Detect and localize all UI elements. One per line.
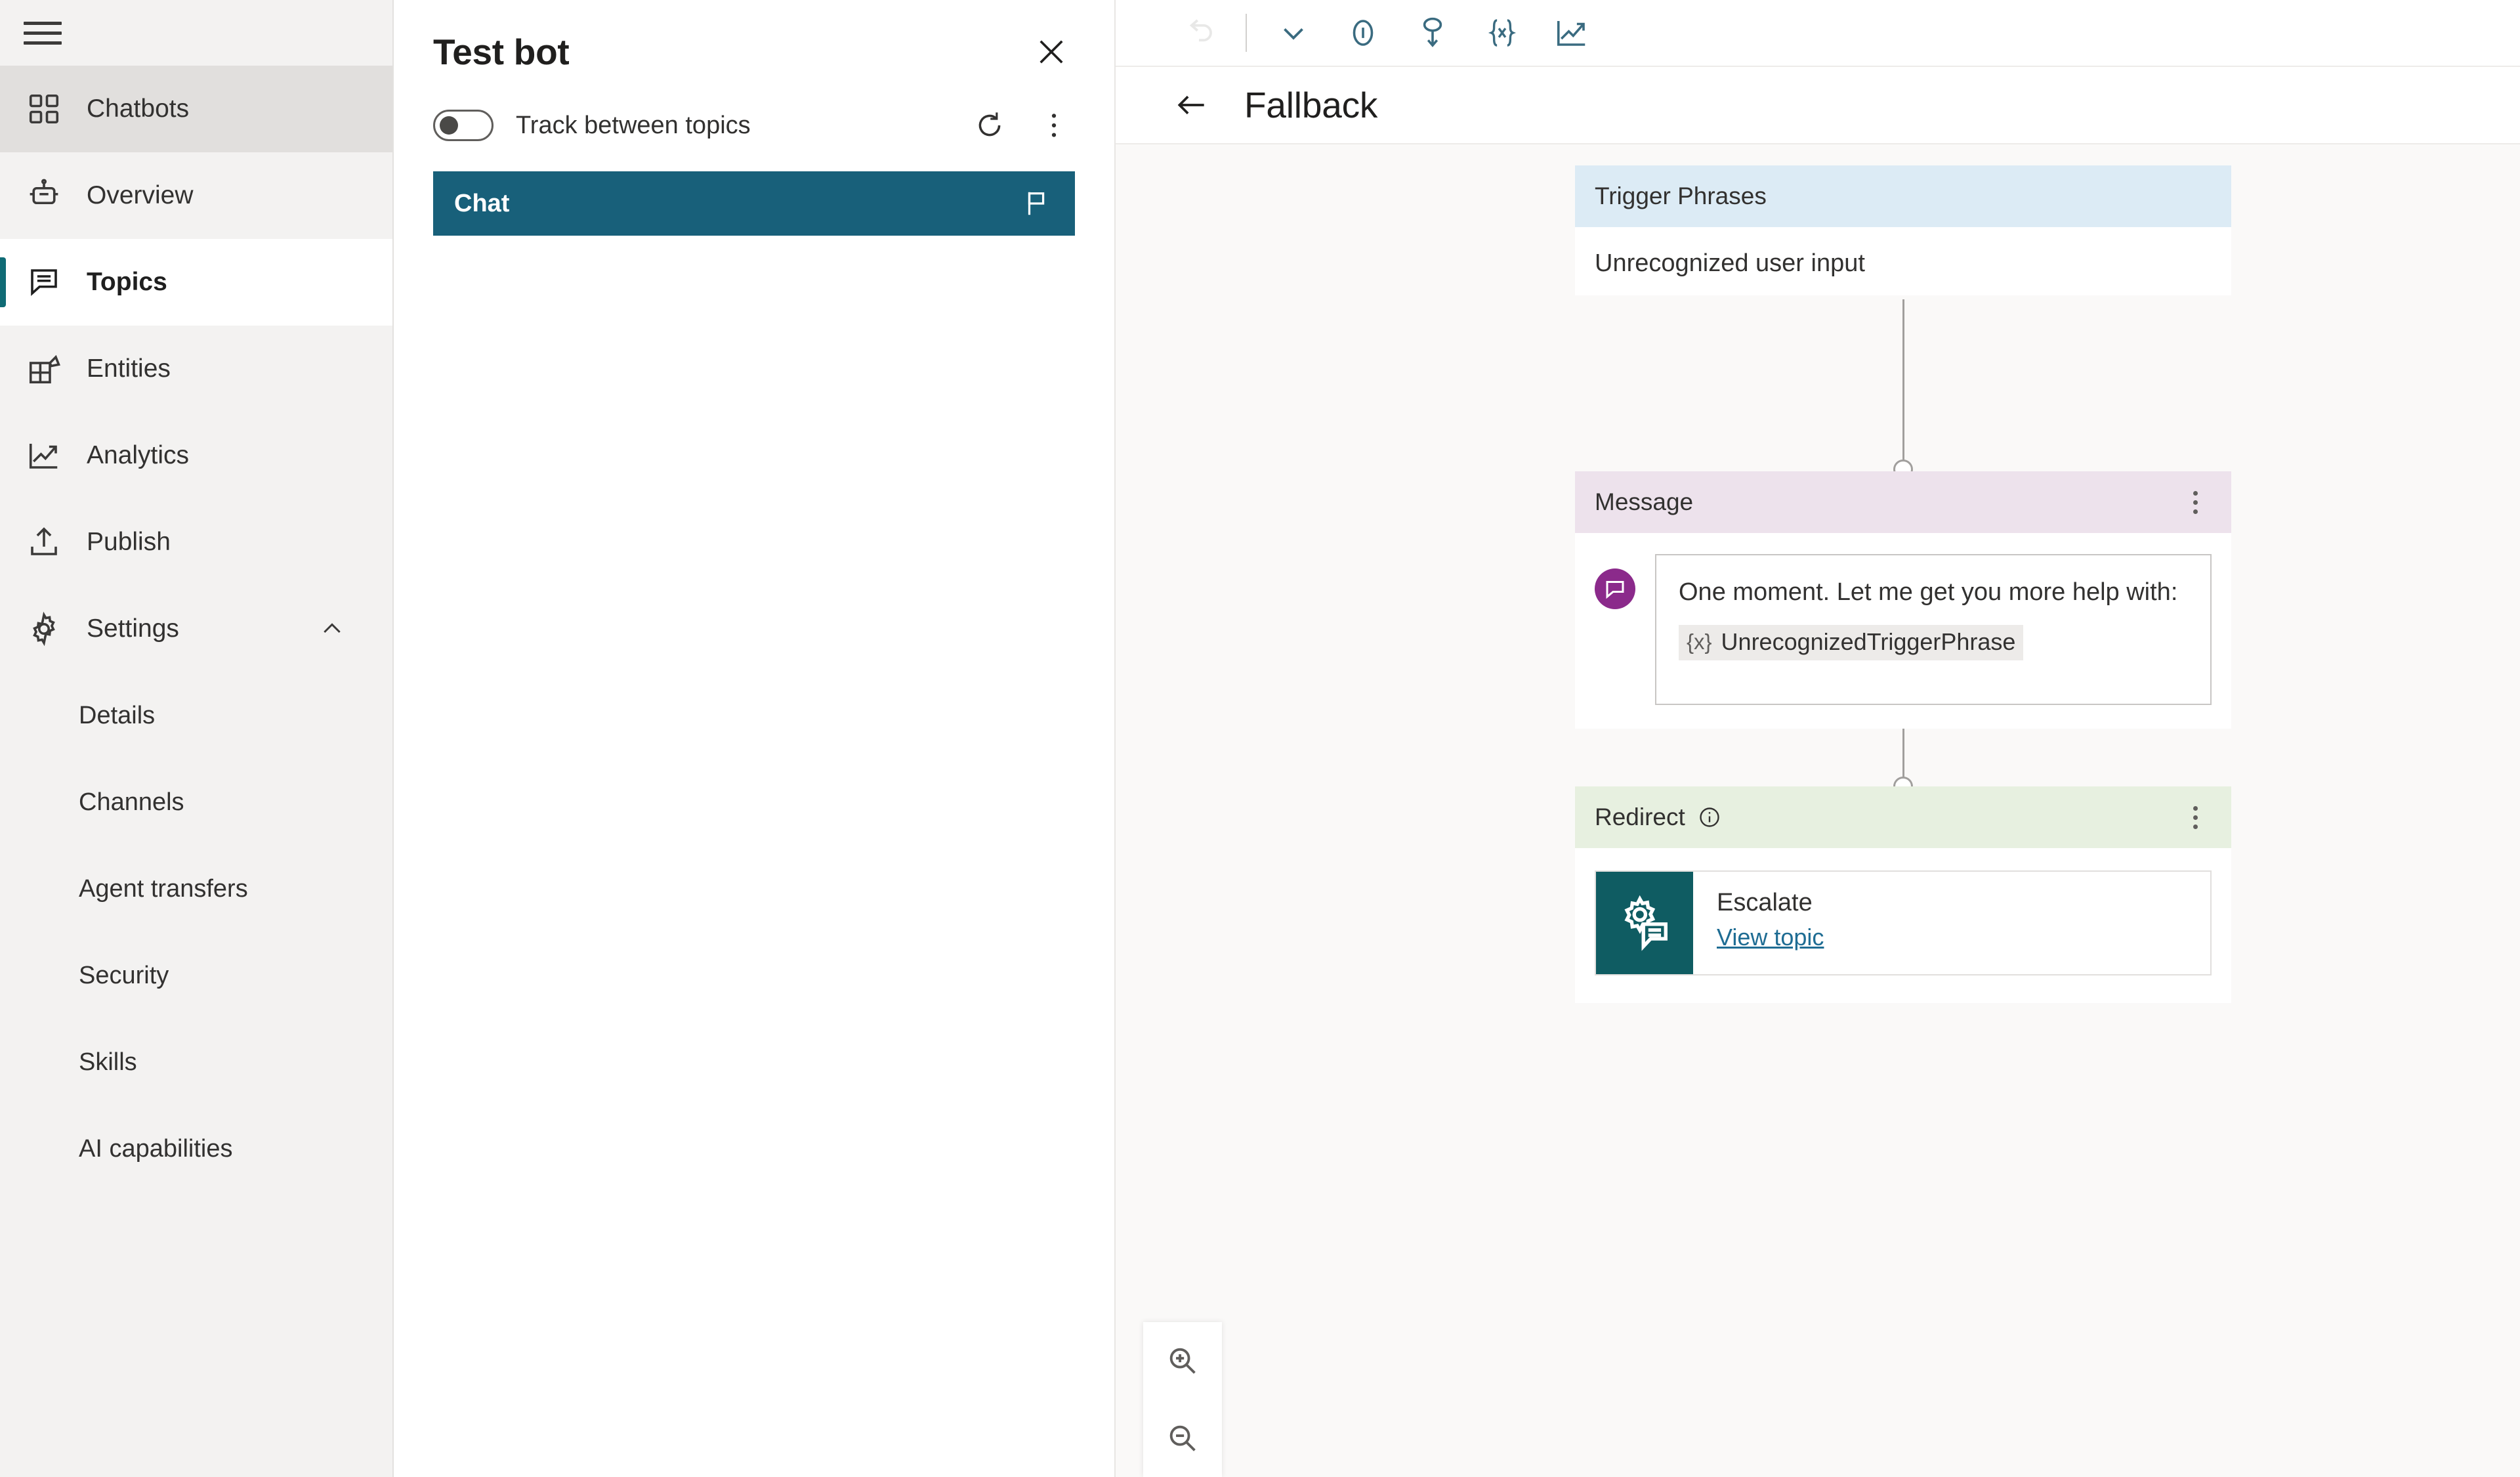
more-vertical-icon[interactable] bbox=[2179, 483, 2212, 521]
upload-icon bbox=[24, 522, 64, 563]
test-bot-toolbar: Track between topics bbox=[433, 89, 1075, 162]
zoom-controls bbox=[1143, 1322, 1222, 1477]
bot-icon bbox=[24, 175, 64, 216]
escalate-gear-chat-icon bbox=[1596, 872, 1693, 974]
sidebar-item-publish[interactable]: Publish bbox=[0, 499, 392, 586]
arrow-left-icon[interactable] bbox=[1167, 80, 1217, 130]
left-sidebar: Chatbots Overview Topics Entities Analyt… bbox=[0, 0, 394, 1477]
chat-tab-label: Chat bbox=[454, 189, 510, 217]
sidebar-subitem-label: Skills bbox=[79, 1048, 137, 1076]
toggle-knob bbox=[440, 116, 458, 135]
chevron-up-icon[interactable] bbox=[318, 614, 346, 643]
track-between-topics-toggle[interactable] bbox=[433, 110, 494, 141]
flag-icon[interactable] bbox=[1020, 186, 1054, 221]
test-bot-chat-tab[interactable]: Chat bbox=[433, 171, 1075, 236]
node-header: Message bbox=[1575, 471, 2231, 533]
info-circle-icon[interactable] bbox=[1697, 805, 1722, 830]
sidebar-item-chatbots[interactable]: Chatbots bbox=[0, 66, 392, 152]
zoom-out-icon[interactable] bbox=[1143, 1400, 1222, 1477]
node-redirect[interactable]: Redirect Escalate View topic bbox=[1575, 786, 2231, 1003]
node-trigger-phrases[interactable]: Trigger Phrases Unrecognized user input bbox=[1575, 165, 2231, 295]
grid-icon bbox=[24, 89, 64, 129]
test-bot-actions bbox=[969, 104, 1075, 146]
message-bubble[interactable]: One moment. Let me get you more help wit… bbox=[1655, 554, 2212, 705]
test-bot-title: Test bot bbox=[433, 31, 570, 72]
node-title: Redirect bbox=[1595, 803, 1685, 830]
message-bubble-icon bbox=[1595, 568, 1635, 609]
test-pin-icon[interactable] bbox=[1400, 5, 1465, 61]
sidebar-subitem-ai-capabilities[interactable]: AI capabilities bbox=[0, 1105, 392, 1192]
chart-up-icon[interactable] bbox=[1540, 5, 1604, 61]
sidebar-item-label: Publish bbox=[87, 528, 171, 556]
sidebar-item-label: Entities bbox=[87, 354, 171, 383]
connector-line bbox=[1902, 299, 1904, 469]
sidebar-subitem-details[interactable]: Details bbox=[0, 672, 392, 759]
redirect-topic-name: Escalate bbox=[1717, 889, 1813, 916]
view-topic-link[interactable]: View topic bbox=[1717, 924, 1824, 951]
sidebar-item-entities[interactable]: Entities bbox=[0, 326, 392, 412]
test-bot-header: Test bot bbox=[433, 0, 1075, 89]
variable-name: UnrecognizedTriggerPhrase bbox=[1721, 628, 2016, 655]
message-variable-chip[interactable]: {x} UnrecognizedTriggerPhrase bbox=[1679, 624, 2024, 660]
sidebar-item-label: Settings bbox=[87, 614, 179, 643]
trigger-phrase-text: Unrecognized user input bbox=[1595, 249, 1865, 277]
page-title: Fallback bbox=[1244, 85, 1378, 125]
sidebar-subitem-security[interactable]: Security bbox=[0, 932, 392, 1019]
sidebar-item-label: Chatbots bbox=[87, 95, 190, 123]
sidebar-item-settings[interactable]: Settings bbox=[0, 586, 392, 672]
node-title: Message bbox=[1595, 488, 1694, 515]
message-text: One moment. Let me get you more help wit… bbox=[1679, 578, 2178, 606]
chart-icon bbox=[24, 435, 64, 476]
info-circle-icon[interactable] bbox=[1331, 5, 1395, 61]
node-header: Redirect bbox=[1575, 786, 2231, 848]
editor-toolbar bbox=[1116, 0, 2520, 67]
refresh-icon[interactable] bbox=[969, 104, 1011, 146]
entities-icon bbox=[24, 349, 64, 389]
node-body: One moment. Let me get you more help wit… bbox=[1575, 533, 2231, 729]
toolbar-divider bbox=[1246, 14, 1247, 52]
sidebar-subitem-channels[interactable]: Channels bbox=[0, 759, 392, 846]
topic-editor: Fallback Trigger Phrases Unrecognized us… bbox=[1116, 0, 2520, 1477]
sidebar-subitem-label: Details bbox=[79, 701, 156, 729]
undo-icon[interactable] bbox=[1167, 5, 1231, 61]
sidebar-item-analytics[interactable]: Analytics bbox=[0, 412, 392, 499]
app-root: Chatbots Overview Topics Entities Analyt… bbox=[0, 0, 2520, 1477]
test-bot-panel: Test bot Track between topics Chat bbox=[394, 0, 1116, 1477]
close-icon[interactable] bbox=[1028, 28, 1075, 75]
redirect-topic-info: Escalate View topic bbox=[1693, 872, 1824, 974]
hamburger-row bbox=[0, 0, 392, 66]
sidebar-item-label: Overview bbox=[87, 181, 194, 209]
node-message[interactable]: Message One moment. Let me get you more … bbox=[1575, 471, 2231, 729]
node-body: Escalate View topic bbox=[1575, 848, 2231, 1003]
sidebar-item-overview[interactable]: Overview bbox=[0, 152, 392, 239]
zoom-in-icon[interactable] bbox=[1143, 1322, 1222, 1400]
more-vertical-icon[interactable] bbox=[2179, 798, 2212, 836]
node-body: Unrecognized user input bbox=[1575, 227, 2231, 295]
more-vertical-icon[interactable] bbox=[1033, 104, 1075, 146]
track-between-topics-label: Track between topics bbox=[516, 111, 751, 139]
hamburger-icon[interactable] bbox=[24, 19, 62, 47]
trigger-phrase-row[interactable]: Unrecognized user input bbox=[1595, 227, 2212, 295]
gear-icon bbox=[24, 609, 64, 649]
sidebar-subitem-skills[interactable]: Skills bbox=[0, 1019, 392, 1105]
sidebar-item-label: Topics bbox=[87, 268, 167, 296]
topic-header-bar: Fallback bbox=[1116, 67, 2520, 144]
node-title: Trigger Phrases bbox=[1595, 182, 1767, 209]
test-bot-chat-body[interactable] bbox=[433, 236, 1075, 1438]
chat-icon bbox=[24, 262, 64, 303]
sidebar-subitem-label: Channels bbox=[79, 788, 184, 816]
node-header: Trigger Phrases bbox=[1575, 165, 2231, 227]
variable-token-icon: {x} bbox=[1687, 629, 1712, 654]
chevron-down-icon[interactable] bbox=[1261, 5, 1326, 61]
redirect-topic-card[interactable]: Escalate View topic bbox=[1595, 870, 2212, 975]
sidebar-subitem-agent-transfers[interactable]: Agent transfers bbox=[0, 846, 392, 932]
sidebar-subitem-label: Agent transfers bbox=[79, 874, 248, 903]
sidebar-subitem-label: Security bbox=[79, 961, 169, 989]
variables-icon[interactable] bbox=[1470, 5, 1534, 61]
authoring-canvas[interactable]: Trigger Phrases Unrecognized user input … bbox=[1116, 144, 2520, 1477]
sidebar-subitem-label: AI capabilities bbox=[79, 1134, 233, 1163]
sidebar-item-topics[interactable]: Topics bbox=[0, 239, 392, 326]
sidebar-item-label: Analytics bbox=[87, 441, 190, 469]
